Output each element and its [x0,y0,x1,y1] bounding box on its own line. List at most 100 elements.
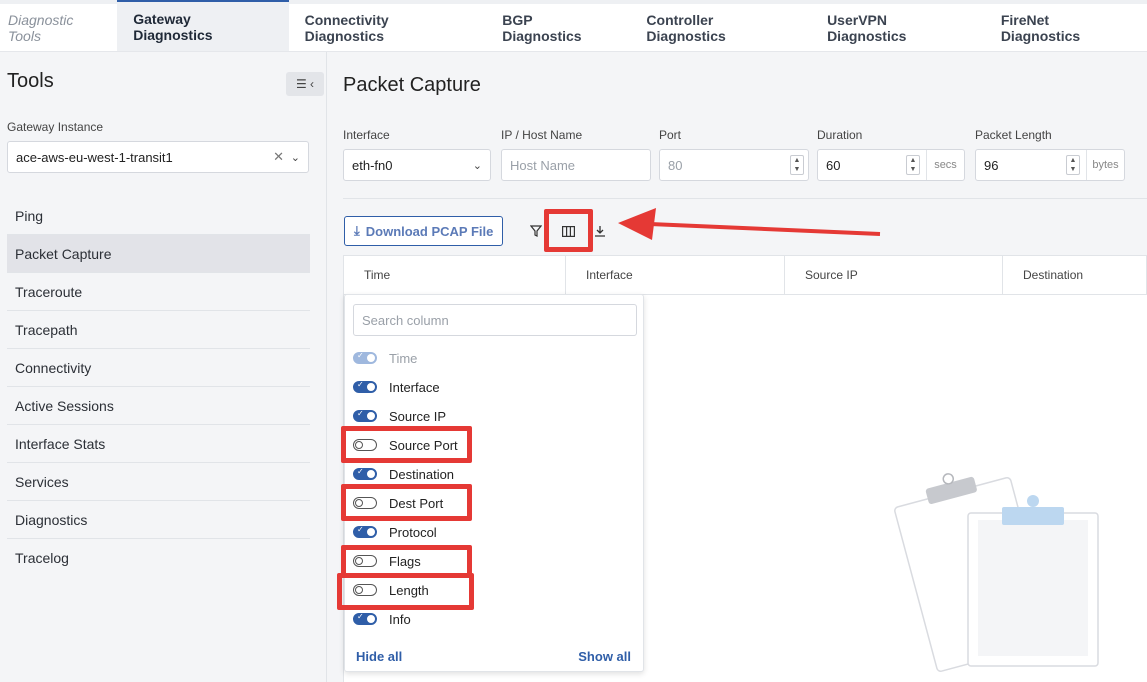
table-header: Time Interface Source IP Destination [343,255,1147,295]
top-tab-bar: Diagnostic Tools Gateway Diagnostics Con… [0,0,1147,52]
column-search-placeholder: Search column [362,312,449,328]
check-icon: ✓ [357,612,364,621]
port-label: Port [659,128,682,142]
toggle-knob [367,383,375,391]
toggle-knob [367,470,375,478]
host-placeholder: Host Name [510,157,576,173]
chevron-down-icon: ⌄ [472,159,482,172]
duration-value: 60 [826,157,841,173]
interface-label: Interface [343,128,390,142]
column-header-interface[interactable]: Interface [566,256,785,294]
column-toggle-item[interactable]: ✓ Interface [353,376,440,398]
gateway-instance-label: Gateway Instance [7,120,104,134]
duration-label: Duration [817,128,863,142]
sidebar-item-services[interactable]: Services [7,463,310,501]
duration-input[interactable]: 60 ▲ ▼ secs [817,149,965,181]
annotation-box-source-port [341,426,472,463]
tab-connectivity-diagnostics[interactable]: Connectivity Diagnostics [289,4,487,51]
tab-controller-diagnostics[interactable]: Controller Diagnostics [630,4,811,51]
sidebar-item-active-sessions[interactable]: Active Sessions [7,387,310,425]
toggle-knob [367,354,375,362]
check-icon: ✓ [357,380,364,389]
clear-icon[interactable]: ✕ [273,149,284,165]
tool-list: Ping Packet Capture Traceroute Tracepath… [7,197,310,577]
stepper-icon[interactable]: ▲ ▼ [1066,155,1080,175]
sidebar-item-tracelog[interactable]: Tracelog [7,539,310,577]
page-title: Packet Capture [343,74,481,96]
packet-length-value: 96 [984,157,999,173]
show-all-button[interactable]: Show all [578,649,631,664]
toggle-knob [367,615,375,623]
tab-bgp-diagnostics[interactable]: BGP Diagnostics [486,4,630,51]
column-header-time[interactable]: Time [344,256,566,294]
packet-length-input[interactable]: 96 ▲ ▼ bytes [975,149,1125,181]
column-toggle-label: Destination [389,466,455,482]
toggle-switch: ✓ [353,351,377,364]
download-pcap-button[interactable]: ⤓ Download PCAP File [344,216,504,246]
capture-toolbar: ⤓ Download PCAP File [344,216,504,246]
gateway-instance-select[interactable]: ace-aws-eu-west-1-transit1 ✕ ⌄ [7,141,309,173]
column-toggle-item[interactable]: ✓ Destination [353,463,454,485]
annotation-box-dest-port [341,484,472,521]
collapse-sidebar-button[interactable]: ☰ ‹ [286,72,324,96]
column-toggle-label: Source IP [389,408,447,424]
port-placeholder: 80 [668,157,683,173]
annotation-box-length [337,573,474,610]
toggle-knob [367,412,375,420]
column-toggle-item[interactable]: ✓ Source IP [353,405,446,427]
column-header-destination[interactable]: Destination [1003,256,1083,294]
hide-all-button[interactable]: Hide all [356,649,402,664]
download-pcap-label: Download PCAP File [365,223,494,239]
column-chooser-menu: Search column ✓ Time ✓ Interface ✓ Source IP S… [344,294,644,672]
sidebar: Tools ☰ ‹ Gateway Instance ace-aws-eu-we… [0,52,327,682]
stepper-icon[interactable]: ▲ ▼ [906,155,920,175]
host-input[interactable]: Host Name [501,149,651,181]
sidebar-item-interface-stats[interactable]: Interface Stats [7,425,310,463]
sidebar-title: Tools [7,70,54,92]
port-input[interactable]: 80 ▲ ▼ [659,149,809,181]
column-toggle-item[interactable]: ✓ Time [353,347,417,369]
column-toggle-label: Info [389,611,411,627]
gateway-instance-value: ace-aws-eu-west-1-transit1 [16,149,173,165]
chevron-down-icon[interactable]: ⌄ [291,151,300,164]
toggle-knob [367,528,375,536]
sliders-icon: ☰ ‹ [295,77,315,91]
annotation-arrow [618,208,881,240]
column-toggle-item[interactable]: ✓ Protocol [353,521,437,543]
column-search-input[interactable]: Search column [353,304,637,336]
toggle-switch[interactable]: ✓ [353,409,377,422]
interface-value: eth-fn0 [352,157,393,173]
sidebar-item-packet-capture[interactable]: Packet Capture [7,235,310,273]
sidebar-item-diagnostics[interactable]: Diagnostics [7,501,310,539]
stepper-icon[interactable]: ▲ ▼ [790,155,804,175]
download-icon: ⤓ [354,223,360,238]
check-icon: ✓ [357,467,364,476]
toggle-switch[interactable]: ✓ [353,467,377,480]
host-label: IP / Host Name [501,128,583,142]
packet-length-unit: bytes [1086,150,1124,180]
column-header-source-ip[interactable]: Source IP [785,256,1003,294]
sidebar-item-traceroute[interactable]: Traceroute [7,273,310,311]
packet-length-label: Packet Length [975,128,1052,142]
interface-select[interactable]: eth-fn0 ⌄ [343,149,491,181]
column-toggle-label: Protocol [389,524,437,540]
column-toggle-label: Interface [389,379,440,395]
tab-uservpn-diagnostics[interactable]: UserVPN Diagnostics [811,4,985,51]
duration-unit: secs [926,150,964,180]
app-title: Diagnostic Tools [8,11,74,44]
divider [343,198,1147,199]
tab-gateway-diagnostics[interactable]: Gateway Diagnostics [117,0,289,51]
annotation-box-columns [544,209,593,252]
empty-clipboard-illustration [894,473,1099,672]
sidebar-item-ping[interactable]: Ping [7,197,310,235]
toggle-switch[interactable]: ✓ [353,612,377,625]
column-toggle-item[interactable]: ✓ Info [353,608,411,630]
sidebar-item-connectivity[interactable]: Connectivity [7,349,310,387]
tab-firenet-diagnostics[interactable]: FireNet Diagnostics [985,4,1147,51]
toggle-switch[interactable]: ✓ [353,525,377,538]
sidebar-item-tracepath[interactable]: Tracepath [7,311,310,349]
filter-icon[interactable] [527,222,545,240]
check-icon: ✓ [357,525,364,534]
toggle-switch[interactable]: ✓ [353,380,377,393]
column-toggle-label: Time [389,350,418,366]
